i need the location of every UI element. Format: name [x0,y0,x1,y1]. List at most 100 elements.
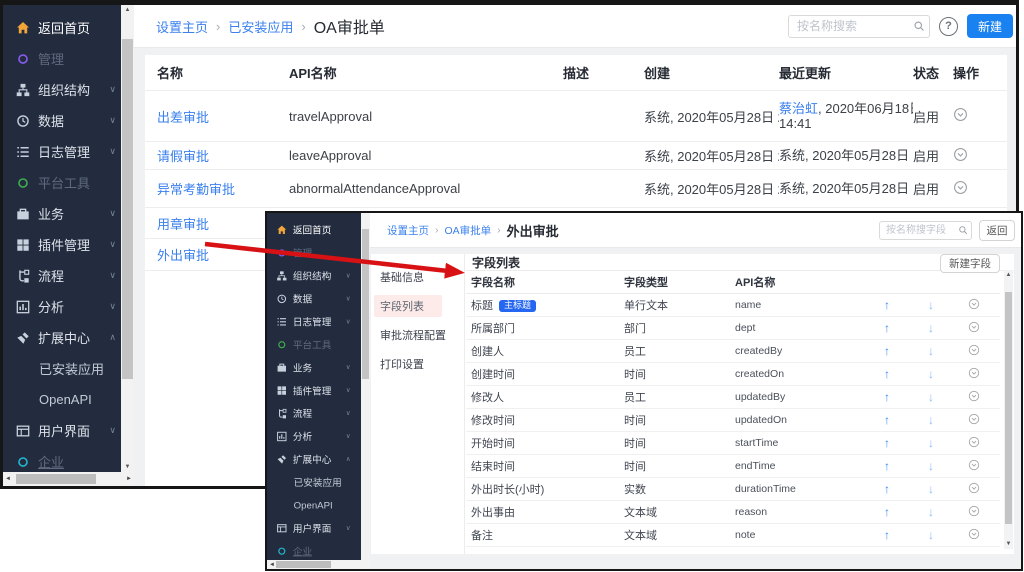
move-up-icon[interactable]: ↑ [884,413,928,427]
scroll-left-icon[interactable]: ◄ [269,562,275,568]
move-up-icon[interactable]: ↑ [884,528,928,542]
down-circle-icon[interactable] [968,344,980,356]
settings-menu-item[interactable]: 基础信息 [371,262,464,291]
scrollbar-thumb[interactable] [1005,292,1012,524]
move-up-icon[interactable]: ↑ [884,298,928,312]
scroll-down-icon[interactable]: ▼ [121,462,134,472]
settings-menu-item[interactable]: 打印设置 [371,349,464,378]
sidebar-item[interactable]: 业务 [3,198,121,229]
approval-name-link[interactable]: 异常考勤审批 [157,182,235,197]
sidebar-item[interactable]: 数据 [3,105,121,136]
move-down-icon[interactable]: ↓ [928,413,968,427]
move-up-icon[interactable]: ↑ [884,390,928,404]
down-circle-icon[interactable] [968,413,980,425]
sidebar-item[interactable]: 插件管理 [267,379,356,402]
down-circle-icon[interactable] [968,505,980,517]
sidebar-item[interactable]: OpenAPI [3,384,121,415]
down-circle-icon[interactable] [968,321,980,333]
sidebar-item[interactable]: 返回首页 [3,12,121,43]
move-down-icon[interactable]: ↓ [928,482,968,496]
sidebar-item[interactable]: 管理 [3,43,121,74]
move-up-icon[interactable]: ↑ [884,459,928,473]
move-down-icon[interactable]: ↓ [928,298,968,312]
scroll-up-icon[interactable]: ▲ [121,5,134,15]
sidebar-item[interactable]: 扩展中心 [267,448,356,471]
sidebar-item[interactable]: 管理 [267,241,356,264]
sidebar-item[interactable]: 插件管理 [3,229,121,260]
sidebar-vertical-scrollbar[interactable]: ▲ ▼ [121,5,134,472]
help-icon[interactable]: ? [939,17,958,36]
scroll-right-icon[interactable]: ► [126,476,132,482]
approval-name-link[interactable]: 请假审批 [157,149,209,164]
sidebar-item[interactable]: OpenAPI [267,493,356,516]
sidebar-item[interactable]: 流程 [3,260,121,291]
down-circle-icon[interactable] [953,147,968,162]
move-down-icon[interactable]: ↓ [928,528,968,542]
move-up-icon[interactable]: ↑ [884,367,928,381]
scrollbar-thumb[interactable] [122,39,133,379]
sidebar-item[interactable]: 用户界面 [267,516,356,539]
breadcrumb-link[interactable]: 已安装应用 [228,17,293,36]
breadcrumb-link[interactable]: OA审批单 [445,223,492,238]
move-up-icon[interactable]: ↑ [884,505,928,519]
sidebar-item[interactable]: 分析 [267,425,356,448]
scrollbar-thumb[interactable] [276,561,331,568]
down-circle-icon[interactable] [953,180,968,195]
move-down-icon[interactable]: ↓ [928,344,968,358]
sidebar-horizontal-scrollbar[interactable]: ◄ [267,560,370,569]
down-circle-icon[interactable] [968,298,980,310]
sidebar-item[interactable]: 用户界面 [3,415,121,446]
sidebar-item[interactable]: 组织结构 [3,74,121,105]
scroll-down-icon[interactable]: ▼ [1004,539,1013,549]
down-circle-icon[interactable] [968,390,980,402]
sidebar-item[interactable]: 日志管理 [267,310,356,333]
sidebar-item[interactable]: 已安装应用 [267,471,356,494]
sidebar-vertical-scrollbar[interactable] [361,213,370,560]
breadcrumb-link[interactable]: 设置主页 [156,17,208,36]
settings-menu-item[interactable]: 字段列表 [374,295,442,317]
scroll-left-icon[interactable]: ◄ [5,476,11,482]
breadcrumb-link[interactable]: 设置主页 [387,223,429,238]
settings-menu-item[interactable]: 审批流程配置 [371,320,464,349]
scrollbar-thumb[interactable] [362,229,369,379]
move-down-icon[interactable]: ↓ [928,390,968,404]
move-down-icon[interactable]: ↓ [928,459,968,473]
down-circle-icon[interactable] [968,436,980,448]
sidebar-item[interactable]: 分析 [3,291,121,322]
scroll-up-icon[interactable]: ▲ [1004,270,1013,280]
sidebar-horizontal-scrollbar[interactable]: ◄ ► [3,472,134,486]
down-circle-icon[interactable] [968,459,980,471]
move-down-icon[interactable]: ↓ [928,436,968,450]
down-circle-icon[interactable] [968,367,980,379]
sidebar-item[interactable]: 企业 [267,539,356,560]
sidebar-item[interactable]: 平台工具 [267,333,356,356]
move-up-icon[interactable]: ↑ [884,344,928,358]
move-down-icon[interactable]: ↓ [928,505,968,519]
move-down-icon[interactable]: ↓ [928,321,968,335]
sidebar-item[interactable]: 返回首页 [267,218,356,241]
move-up-icon[interactable]: ↑ [884,321,928,335]
sidebar-item[interactable]: 扩展中心 [3,322,121,353]
updater-link[interactable]: 蔡治虹 [779,101,818,116]
new-button[interactable]: 新建 [967,14,1013,38]
sidebar-item[interactable]: 已安装应用 [3,353,121,384]
move-down-icon[interactable]: ↓ [928,367,968,381]
sidebar-item[interactable]: 组织结构 [267,264,356,287]
field-table-scrollbar[interactable]: ▲ ▼ [1004,270,1013,549]
sidebar-item[interactable]: 日志管理 [3,136,121,167]
move-up-icon[interactable]: ↑ [884,436,928,450]
approval-name-link[interactable]: 出差审批 [157,110,209,125]
sidebar-item[interactable]: 企业 [3,446,121,472]
search-icon[interactable] [958,225,968,235]
sidebar-item[interactable]: 流程 [267,402,356,425]
sidebar-item[interactable]: 业务 [267,356,356,379]
move-up-icon[interactable]: ↑ [884,482,928,496]
search-input[interactable] [788,15,930,38]
new-field-button[interactable]: 新建字段 [940,254,1000,273]
approval-name-link[interactable]: 外出审批 [157,248,209,263]
down-circle-icon[interactable] [968,528,980,540]
scrollbar-thumb[interactable] [16,474,96,484]
sidebar-item[interactable]: 平台工具 [3,167,121,198]
approval-name-link[interactable]: 用章审批 [157,217,209,232]
search-icon[interactable] [913,20,925,32]
